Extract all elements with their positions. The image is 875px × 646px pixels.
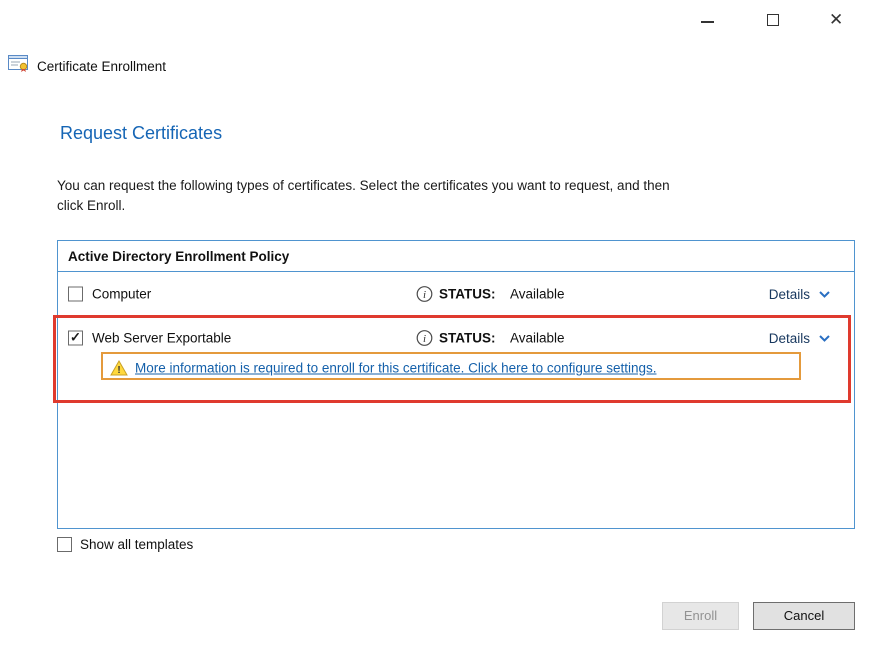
status-label: STATUS:: [439, 331, 496, 346]
warning-icon: !: [110, 360, 128, 376]
configure-settings-link[interactable]: More information is required to enroll f…: [135, 360, 656, 375]
status-label: STATUS:: [439, 287, 496, 302]
details-label: Details: [769, 287, 810, 302]
description-line-1: You can request the following types of c…: [57, 176, 670, 196]
info-icon: i: [416, 286, 433, 303]
show-all-templates: Show all templates: [57, 537, 193, 552]
page-title: Request Certificates: [60, 123, 222, 144]
close-button[interactable]: ✕: [829, 10, 843, 30]
titlebar: Certificate Enrollment: [8, 55, 166, 77]
policy-panel-header: Active Directory Enrollment Policy: [58, 241, 854, 272]
certificate-row-web-server-exportable: Web Server Exportable i STATUS: Availabl…: [58, 325, 854, 351]
svg-text:i: i: [423, 289, 426, 301]
certificate-enrollment-window: ✕ Certificate Enrollment Request Certifi…: [0, 0, 875, 646]
certificate-name: Web Server Exportable: [92, 331, 231, 346]
show-all-templates-label: Show all templates: [80, 537, 193, 552]
info-icon: i: [416, 330, 433, 347]
chevron-down-icon: [819, 329, 830, 347]
svg-text:i: i: [423, 333, 426, 345]
window-title: Certificate Enrollment: [37, 59, 166, 74]
computer-checkbox[interactable]: [68, 287, 83, 302]
certificate-name: Computer: [92, 287, 151, 302]
maximize-button[interactable]: [767, 14, 779, 26]
certificate-enrollment-icon: [8, 55, 29, 77]
enrollment-policy-panel: Active Directory Enrollment Policy Compu…: [57, 240, 855, 529]
web-server-exportable-checkbox[interactable]: [68, 331, 83, 346]
more-information-row: ! More information is required to enroll…: [58, 354, 854, 381]
minimize-button[interactable]: [701, 21, 714, 23]
details-link[interactable]: Details: [769, 285, 830, 303]
page-description: You can request the following types of c…: [57, 176, 670, 217]
status-value: Available: [510, 287, 565, 302]
status-value: Available: [510, 331, 565, 346]
chevron-down-icon: [819, 285, 830, 303]
svg-text:!: !: [117, 365, 120, 376]
details-label: Details: [769, 331, 810, 346]
certificate-row-computer: Computer i STATUS: Available Details: [58, 281, 854, 307]
enroll-button[interactable]: Enroll: [662, 602, 739, 630]
details-link[interactable]: Details: [769, 329, 830, 347]
cancel-button[interactable]: Cancel: [753, 602, 855, 630]
show-all-templates-checkbox[interactable]: [57, 537, 72, 552]
description-line-2: click Enroll.: [57, 196, 670, 216]
